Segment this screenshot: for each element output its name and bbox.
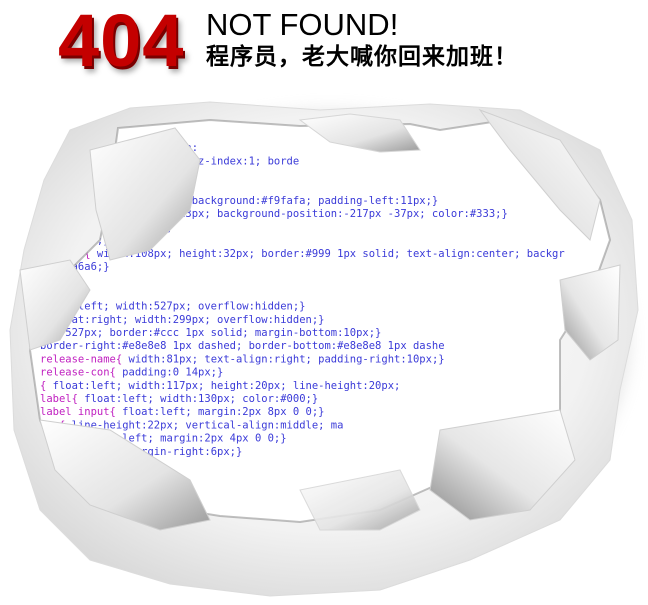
error-code: 404 [58, 0, 185, 82]
torn-paper-graphic: :15px 10px 0 26px; width: 11px; position… [9, 101, 639, 597]
code-line: dth:527px; border:#ccc 1px solid; margin… [40, 327, 381, 339]
error-header: 404 NOT FOUND! 程序员，老大喊你回来加班！ [0, 0, 648, 90]
code-line: { float:left; width:117px; height:20px; … [40, 380, 400, 392]
code-line: release-con{ padding:0 14px;} [40, 367, 223, 379]
code-line: label{ float:left; width:130px; color:#0… [40, 393, 318, 405]
code-line: label input{ float:left; margin:2px 8px … [40, 406, 324, 418]
error-message: 程序员，老大喊你回来加班！ [206, 44, 518, 70]
code-line: release-name{ width:81px; text-align:rig… [40, 353, 445, 365]
torn-paper-illustration: :15px 10px 0 26px; width: 11px; position… [0, 90, 648, 605]
error-title: NOT FOUND! [206, 7, 399, 42]
code-line: { float:right; width:299px; overflow:hid… [40, 314, 324, 326]
code-line: border-right:#e8e8e8 1px dashed; border-… [40, 340, 445, 352]
